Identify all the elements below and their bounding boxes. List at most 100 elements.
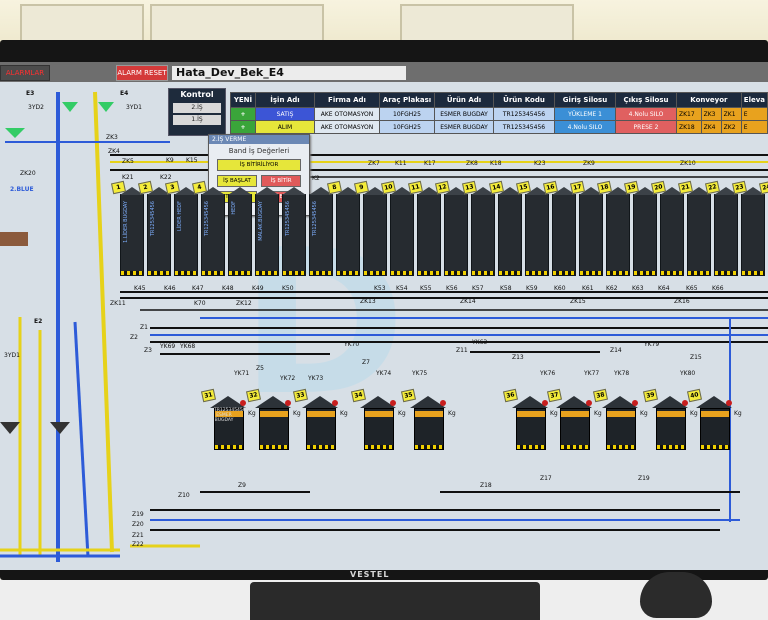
conveyor-label: Z15 xyxy=(690,354,702,361)
conveyor-label: Z14 xyxy=(610,347,622,354)
silo[interactable]: 1.LİDER BUGDAY xyxy=(120,187,144,276)
job1-button[interactable]: 1.İŞ xyxy=(173,115,221,125)
silo[interactable] xyxy=(741,187,765,276)
bin-band xyxy=(260,411,288,417)
column-header: Çıkış Silosu xyxy=(615,92,677,108)
silo[interactable] xyxy=(714,187,738,276)
hazard-stripe xyxy=(499,271,521,275)
kontrol-title: Kontrol xyxy=(180,90,214,99)
hazard-stripe xyxy=(121,271,143,275)
monitor-stand xyxy=(250,582,540,620)
silo[interactable]: MALAK.BUGDAY xyxy=(255,187,279,276)
alarms-button[interactable]: ALARMLAR xyxy=(0,65,50,81)
valve-label: YK70 xyxy=(344,341,360,348)
silo[interactable] xyxy=(498,187,522,276)
conveyor-label: Z1 xyxy=(140,324,148,331)
valve-label: K17 xyxy=(424,160,436,167)
new-job-button[interactable]: + xyxy=(230,120,256,134)
silo[interactable] xyxy=(417,187,441,276)
conveyor-label: ZK3 xyxy=(106,134,118,141)
silo-label: 1.LİDER BUGDAY xyxy=(123,201,129,243)
silo[interactable] xyxy=(444,187,468,276)
column-header: Firma Adı xyxy=(314,92,380,108)
status-light xyxy=(726,400,732,406)
valve-label: K58 xyxy=(500,285,512,292)
table-row[interactable]: + SATIŞ AKE OTOMASYON 10FGH25 ESMER BUGD… xyxy=(230,107,768,121)
hazard-stripe xyxy=(607,271,629,275)
bin-band xyxy=(415,411,443,417)
conveyor-label: Z19 xyxy=(638,475,650,482)
hazard-stripe xyxy=(580,271,602,275)
entry-silo-cell: YÜKLEME 1 xyxy=(554,107,616,121)
bin-body xyxy=(414,408,444,450)
hazard-stripe xyxy=(310,271,332,275)
conveyor-label: Z3 xyxy=(144,347,152,354)
hazard-stripe xyxy=(517,445,545,449)
valve-label: K48 xyxy=(222,285,234,292)
valve-label: K56 xyxy=(446,285,458,292)
silo[interactable] xyxy=(390,187,414,276)
bin-band xyxy=(561,411,589,417)
silo[interactable] xyxy=(525,187,549,276)
job-status-indicator: İŞ BİTİRİLİYOR xyxy=(217,159,301,171)
silo[interactable] xyxy=(336,187,360,276)
silo[interactable] xyxy=(363,187,387,276)
bin-label: TR125345456 ESMER BUGDAY xyxy=(214,408,246,423)
valve-label: YK73 xyxy=(308,375,324,382)
valve-label: K62 xyxy=(606,285,618,292)
job2-button[interactable]: 2.İŞ xyxy=(173,103,221,113)
status-light xyxy=(440,400,446,406)
valve-label: K63 xyxy=(632,285,644,292)
elevator-label: E2 xyxy=(34,318,43,325)
valve-label: YK77 xyxy=(584,370,600,377)
silo[interactable] xyxy=(579,187,603,276)
job-name-cell: SATIŞ xyxy=(255,107,315,121)
silo[interactable] xyxy=(687,187,711,276)
new-job-button[interactable]: + xyxy=(230,107,256,121)
bin-body xyxy=(516,408,546,450)
silo[interactable]: TR125345456 xyxy=(147,187,171,276)
conveyor-label: Z22 xyxy=(132,541,144,548)
silo[interactable]: HEDF xyxy=(228,187,252,276)
hazard-stripe xyxy=(742,271,764,275)
silo[interactable] xyxy=(633,187,657,276)
start-job-button[interactable]: İŞ BAŞLAT xyxy=(217,175,257,187)
conveyor-cell: ZK4 xyxy=(700,120,722,134)
bin-body xyxy=(306,408,336,450)
silo[interactable] xyxy=(552,187,576,276)
hazard-stripe xyxy=(701,445,729,449)
silo[interactable]: TR125345456 xyxy=(309,187,333,276)
finish-job-button[interactable]: İŞ BİTİR xyxy=(261,175,301,187)
hazard-stripe xyxy=(202,271,224,275)
valve-label: YK68 xyxy=(180,343,196,350)
valve-label: K55 xyxy=(420,285,432,292)
valve-label: YK78 xyxy=(614,370,630,377)
bin-body xyxy=(700,408,730,450)
valve-label: YK71 xyxy=(234,370,250,377)
bin-body xyxy=(560,408,590,450)
elevator-label: E3 xyxy=(26,90,35,97)
silo[interactable] xyxy=(660,187,684,276)
popup-title: Band İş Değerleri xyxy=(228,147,290,155)
silo[interactable] xyxy=(471,187,495,276)
silo[interactable] xyxy=(606,187,630,276)
conveyor-label: Z9 xyxy=(238,482,246,489)
silo[interactable]: TR125345456 xyxy=(282,187,306,276)
valve-label: YK69 xyxy=(160,343,176,350)
silo-label: MALAK.BUGDAY xyxy=(258,201,264,241)
table-row[interactable]: + ALIM AKE OTOMASYON 10FGH25 ESMER BUGDA… xyxy=(230,120,768,134)
silo[interactable]: TR125345456 xyxy=(201,187,225,276)
hazard-stripe xyxy=(657,445,685,449)
alarm-reset-button[interactable]: ALARM RESET xyxy=(116,65,168,81)
conveyor-label: ZK8 xyxy=(466,160,478,167)
conveyor-label: Z20 xyxy=(132,521,144,528)
silo[interactable]: LİDER HEDF xyxy=(174,187,198,276)
silo-cap xyxy=(282,187,306,195)
monitor-brand: VESTEL xyxy=(350,570,390,579)
valve-label: K47 xyxy=(192,285,204,292)
valve-label: K49 xyxy=(252,285,264,292)
bin-body xyxy=(606,408,636,450)
valve-label: K61 xyxy=(582,285,594,292)
conveyor-label: ZK4 xyxy=(108,148,120,155)
conveyor-label: Z17 xyxy=(540,475,552,482)
